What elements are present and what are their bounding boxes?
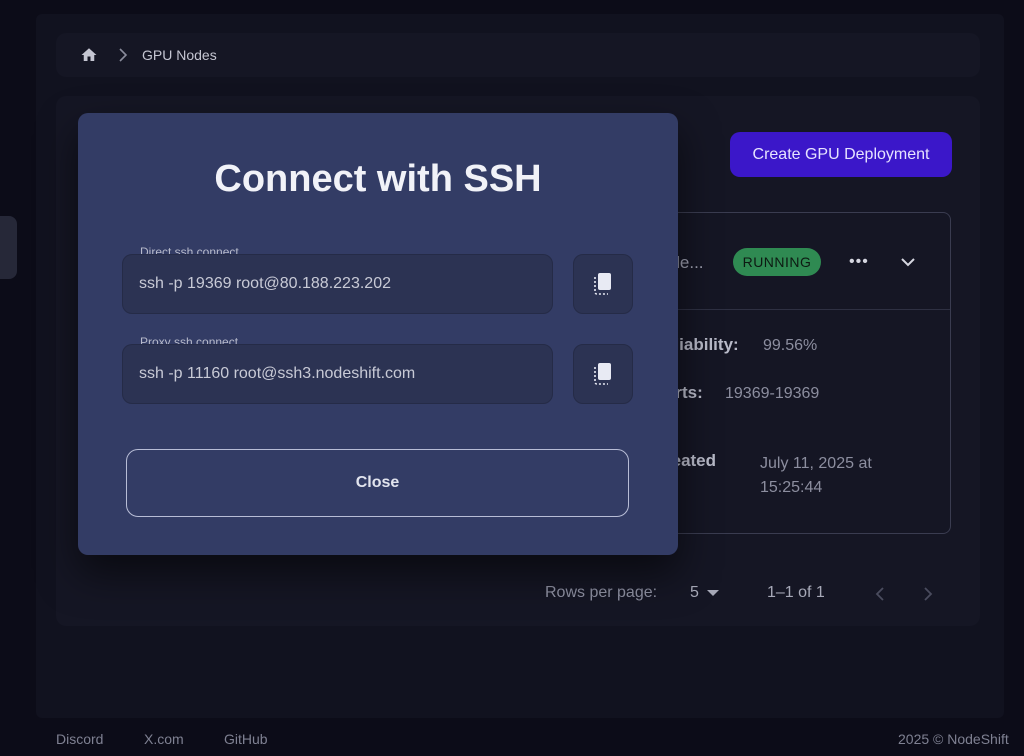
ports-value: 19369-19369 — [725, 385, 820, 402]
footer-copyright: 2025 © NodeShift — [898, 731, 1009, 747]
rows-per-page-value: 5 — [690, 584, 699, 601]
rows-per-page-select[interactable]: 5 — [690, 584, 719, 602]
copy-icon — [594, 273, 611, 295]
close-button[interactable]: Close — [126, 449, 629, 517]
copy-proxy-ssh-button[interactable] — [573, 344, 633, 404]
status-badge: RUNNING — [733, 248, 821, 276]
copy-icon — [594, 363, 611, 385]
sidebar-toggle[interactable] — [0, 216, 17, 279]
node-card-header[interactable]: j-de... RUNNING ••• — [641, 213, 950, 310]
proxy-ssh-field[interactable]: ssh -p 11160 root@ssh3.nodeshift.com — [122, 344, 553, 404]
pagination-range: 1–1 of 1 — [767, 584, 825, 601]
footer-link-github[interactable]: GitHub — [224, 731, 268, 747]
breadcrumb: GPU Nodes — [56, 33, 980, 77]
home-icon[interactable] — [80, 46, 98, 64]
rows-per-page-label: Rows per page: — [545, 584, 658, 601]
next-page-icon[interactable] — [920, 585, 936, 603]
more-options-icon[interactable]: ••• — [849, 253, 869, 271]
previous-page-icon[interactable] — [872, 585, 888, 603]
chevron-down-icon[interactable] — [899, 253, 917, 271]
copy-direct-ssh-button[interactable] — [573, 254, 633, 314]
ssh-modal: Connect with SSH Direct ssh connect ssh … — [78, 113, 678, 555]
node-card: j-de... RUNNING ••• eliability: 99.56% o… — [640, 212, 951, 534]
caret-down-icon — [706, 590, 719, 596]
direct-ssh-value: ssh -p 19369 root@80.188.223.202 — [139, 275, 391, 292]
created-value-time: 15:25:44 — [760, 479, 823, 496]
create-gpu-deployment-button[interactable]: Create GPU Deployment — [730, 132, 952, 177]
created-value-date: July 11, 2025 at — [760, 455, 872, 472]
direct-ssh-field[interactable]: ssh -p 19369 root@80.188.223.202 — [122, 254, 553, 314]
chevron-right-icon — [118, 48, 128, 62]
modal-title: Connect with SSH — [214, 158, 542, 200]
footer-link-x[interactable]: X.com — [144, 731, 184, 747]
breadcrumb-current[interactable]: GPU Nodes — [142, 47, 217, 63]
reliability-value: 99.56% — [763, 337, 818, 354]
footer-link-discord[interactable]: Discord — [56, 731, 103, 747]
proxy-ssh-value: ssh -p 11160 root@ssh3.nodeshift.com — [139, 365, 416, 382]
